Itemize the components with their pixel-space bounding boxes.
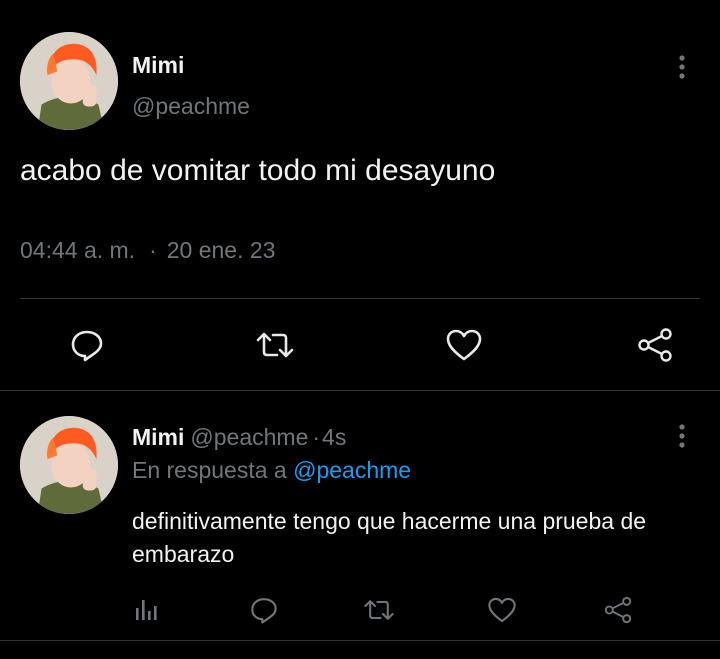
like-icon [488, 597, 516, 623]
tweet-author-name[interactable]: Mimi [132, 52, 184, 79]
tweet-meta: 04:44 a. m. · 20 ene. 23 [20, 237, 275, 264]
replying-to: En respuesta a @peachme [132, 457, 411, 484]
retweet-button[interactable] [250, 322, 300, 368]
meta-separator: · [149, 237, 157, 263]
avatar-photo-icon [20, 32, 118, 130]
reply-retweet-button[interactable] [358, 592, 400, 628]
reply-share-button[interactable] [598, 592, 638, 628]
reply-more-options-icon[interactable] [670, 421, 694, 451]
reply-button[interactable] [62, 322, 112, 368]
reply-author-name[interactable]: Mimi [132, 424, 184, 450]
reply-time: 4s [322, 424, 347, 450]
tweet-divider-top [20, 298, 700, 299]
reply-icon [71, 330, 103, 362]
reply-divider-bottom [0, 640, 720, 641]
reply-header: Mimi @peachme ·4s [132, 424, 346, 451]
reply-text: definitivamente tengo que hacerme una pr… [132, 508, 647, 567]
retweet-icon [364, 600, 394, 620]
reply-like-button[interactable] [482, 592, 522, 628]
replying-to-prefix: En respuesta a [132, 457, 287, 483]
tweet-date[interactable]: 20 ene. 23 [167, 237, 276, 263]
like-icon [446, 329, 482, 361]
tweet-author-handle[interactable]: @peachme [132, 93, 250, 120]
tweet-time[interactable]: 04:44 a. m. [20, 237, 135, 263]
reply-reply-button[interactable] [244, 592, 284, 628]
share-icon [638, 328, 672, 362]
tweet-divider-bottom [0, 390, 720, 391]
reply-author-handle[interactable]: @peachme [190, 424, 308, 450]
retweet-icon [256, 332, 294, 358]
reply-icon [251, 598, 277, 624]
analytics-button[interactable] [128, 592, 164, 628]
replying-to-mention[interactable]: @peachme [293, 457, 411, 483]
tweet-avatar[interactable] [20, 32, 118, 130]
avatar-photo-icon [20, 416, 118, 514]
reply-avatar[interactable] [20, 416, 118, 514]
tweet-text: acabo de vomitar todo mi desayuno [20, 154, 496, 187]
share-button[interactable] [630, 322, 680, 368]
reply-time-separator: · [312, 424, 321, 450]
tweet-more-options-icon[interactable] [670, 52, 694, 82]
like-button[interactable] [439, 322, 489, 368]
analytics-icon [136, 600, 157, 620]
share-icon [604, 596, 632, 624]
